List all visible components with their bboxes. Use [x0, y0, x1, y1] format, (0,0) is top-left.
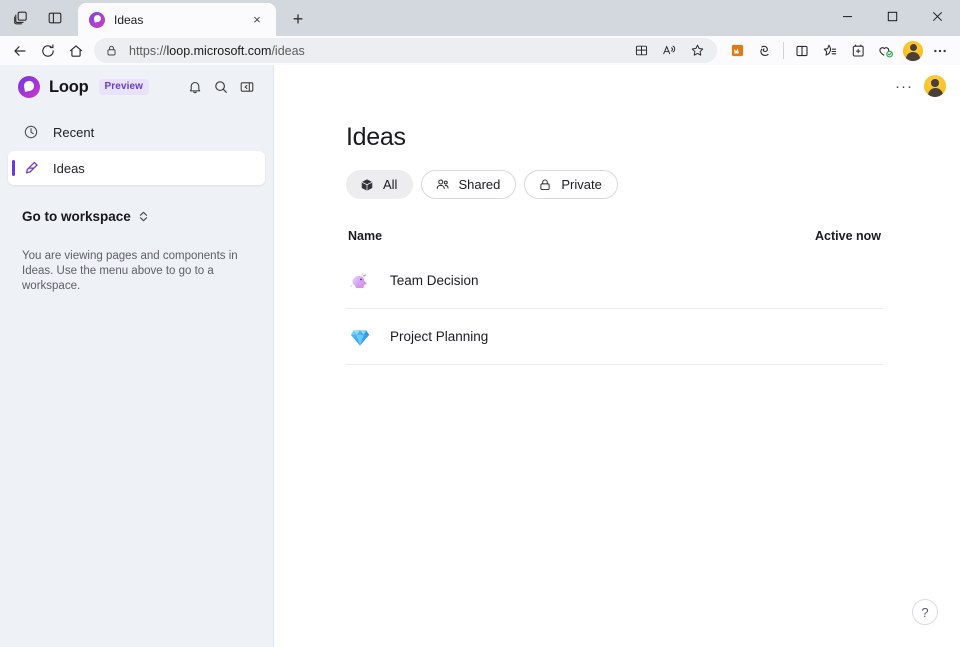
sidebar-item-recent[interactable]: Recent [8, 115, 265, 149]
more-options-button[interactable]: ··· [890, 72, 918, 100]
sidebar-item-label: Recent [53, 125, 94, 140]
close-icon[interactable]: × [246, 9, 268, 31]
filter-chip-label: Private [561, 177, 601, 192]
read-aloud-icon[interactable] [655, 38, 683, 63]
lock-icon [537, 177, 553, 193]
people-icon [434, 177, 450, 193]
clock-icon [22, 123, 40, 141]
unicorn-emoji [348, 269, 372, 293]
browser-window: Ideas × + [0, 0, 960, 647]
sidebar-header-actions [183, 75, 259, 99]
toolbar-divider [783, 42, 784, 59]
filter-chip-label: All [383, 177, 397, 192]
chevron-up-down-icon [138, 210, 149, 223]
copilot-icon[interactable] [751, 38, 779, 63]
settings-more-icon[interactable] [926, 38, 954, 63]
loop-logo-icon [18, 76, 40, 98]
item-name: Team Decision [390, 273, 881, 288]
back-arrow-icon[interactable] [6, 38, 34, 63]
tab-search-icon[interactable] [4, 3, 38, 33]
grid-split-icon[interactable] [627, 38, 655, 63]
pen-edit-icon [22, 159, 40, 177]
workspace-label: Go to workspace [22, 209, 131, 224]
filter-chip-group: All Shared [346, 170, 960, 199]
loop-logo-icon [89, 12, 105, 28]
gem-emoji [348, 325, 372, 349]
star-icon[interactable] [683, 38, 711, 63]
url-text: https://loop.microsoft.com/ideas [129, 44, 627, 58]
items-table: Name Active now [346, 229, 883, 365]
favorites-icon[interactable] [816, 38, 844, 63]
filter-chip-shared[interactable]: Shared [421, 170, 516, 199]
app-name: Loop [49, 78, 89, 97]
sidebar-item-label: Ideas [53, 161, 85, 176]
close-window-button[interactable] [915, 0, 960, 33]
table-header-row: Name Active now [346, 229, 883, 253]
browser-tab-ideas[interactable]: Ideas × [78, 3, 276, 36]
address-bar[interactable]: https://loop.microsoft.com/ideas [94, 38, 717, 63]
item-name: Project Planning [390, 329, 881, 344]
notifications-bell-icon[interactable] [183, 75, 207, 99]
filter-chip-all[interactable]: All [346, 170, 413, 199]
refresh-icon[interactable] [34, 38, 62, 63]
help-button[interactable]: ? [912, 599, 938, 625]
omnibox-actions [627, 38, 711, 63]
table-row[interactable]: Project Planning [346, 309, 883, 365]
collapse-panel-icon[interactable] [235, 75, 259, 99]
user-avatar[interactable] [924, 75, 946, 97]
cube-icon [359, 177, 375, 193]
page-viewport: Loop Preview [0, 65, 960, 647]
maximize-button[interactable] [870, 0, 915, 33]
profile-avatar[interactable] [903, 41, 923, 61]
minimize-button[interactable] [825, 0, 870, 33]
lock-icon [105, 44, 118, 57]
sidebar-hint-text: You are viewing pages and components in … [0, 224, 273, 294]
main-content: ··· Ideas All [274, 65, 960, 647]
split-screen-icon[interactable] [788, 38, 816, 63]
filter-chip-private[interactable]: Private [524, 170, 617, 199]
split-screen-icon[interactable] [38, 3, 72, 33]
home-icon[interactable] [62, 38, 90, 63]
column-header-active-now: Active now [815, 229, 881, 243]
page-title: Ideas [346, 123, 960, 152]
sidebar-nav: Recent Ideas [0, 109, 273, 187]
new-tab-button[interactable]: + [283, 4, 313, 34]
sidebar-item-ideas[interactable]: Ideas [8, 151, 265, 185]
main-toolbar: ··· [274, 65, 960, 107]
tab-title: Ideas [114, 13, 246, 27]
loop-sidebar: Loop Preview [0, 65, 274, 647]
table-row[interactable]: Team Decision [346, 253, 883, 309]
sidebar-header: Loop Preview [0, 65, 273, 109]
filter-chip-label: Shared [458, 177, 500, 192]
browser-toolbar: https://loop.microsoft.com/ideas [0, 36, 960, 65]
column-header-name: Name [348, 229, 815, 243]
content-area: Ideas All [274, 107, 960, 365]
window-controls [825, 0, 960, 33]
search-icon[interactable] [209, 75, 233, 99]
browser-essentials-icon[interactable] [872, 38, 900, 63]
collections-icon[interactable] [844, 38, 872, 63]
preview-badge: Preview [99, 79, 150, 95]
tab-strip: Ideas × + [0, 0, 960, 36]
extension-orange-icon[interactable] [723, 38, 751, 63]
go-to-workspace-button[interactable]: Go to workspace [0, 187, 273, 224]
